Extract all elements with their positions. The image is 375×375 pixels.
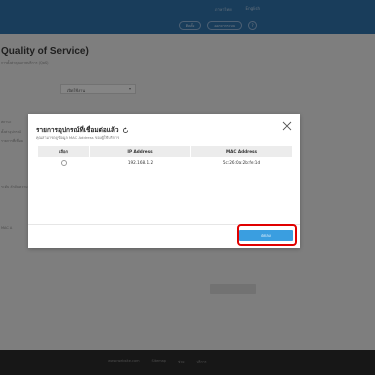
column-header-select: เลือก xyxy=(38,146,90,157)
column-header-ip: IP Address xyxy=(90,146,191,157)
mac-cell: 5c:26:0a:2b:fe:1d xyxy=(222,160,261,165)
dialog-subtitle: คุณสามารถดูข้อมูล MAC Address ของผู้ใช้บ… xyxy=(36,135,120,140)
device-radio[interactable] xyxy=(61,159,67,166)
dialog-title-row: รายการอุปกรณ์ที่เชื่อมต่อแล้ว xyxy=(36,125,129,135)
table-header: เลือก IP Address MAC Address xyxy=(38,146,292,157)
highlight-box xyxy=(237,224,297,246)
refresh-icon[interactable] xyxy=(122,126,129,134)
ip-cell: 192.168.1.2 xyxy=(127,160,154,165)
table-row[interactable]: 192.168.1.2 5c:26:0a:2b:fe:1d xyxy=(38,157,292,168)
close-icon[interactable] xyxy=(282,121,292,131)
dialog-title: รายการอุปกรณ์ที่เชื่อมต่อแล้ว xyxy=(36,126,119,134)
select-cell xyxy=(38,157,90,168)
devices-table: เลือก IP Address MAC Address 192.168.1.2… xyxy=(38,146,292,168)
column-header-mac: MAC Address xyxy=(225,149,258,154)
